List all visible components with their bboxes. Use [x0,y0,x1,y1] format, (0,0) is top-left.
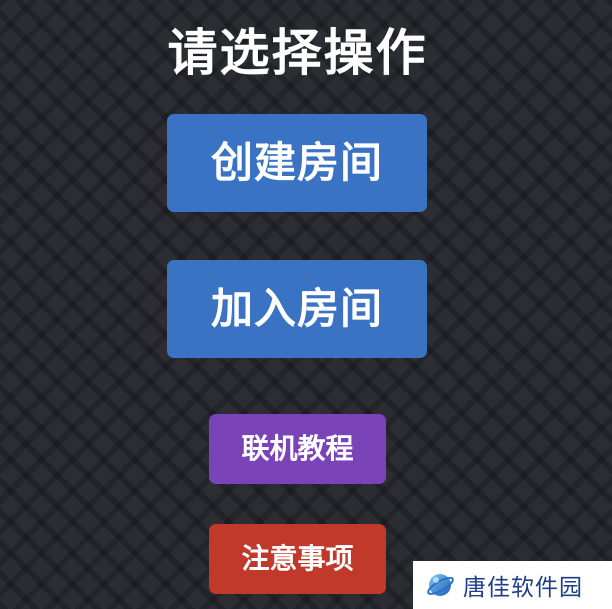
watermark-text: 唐佳软件园 [463,575,583,601]
join-room-button[interactable]: 加入房间 [167,260,427,358]
watermark: 唐佳软件园 [413,561,612,609]
planet-logo-icon [427,574,454,596]
screen: 请选择操作 创建房间 加入房间 联机教程 注意事项 唐佳软件园 [0,0,612,609]
tutorial-button[interactable]: 联机教程 [209,414,386,484]
notice-button[interactable]: 注意事项 [209,524,386,594]
create-room-button[interactable]: 创建房间 [167,114,427,212]
page-title: 请选择操作 [167,24,428,82]
